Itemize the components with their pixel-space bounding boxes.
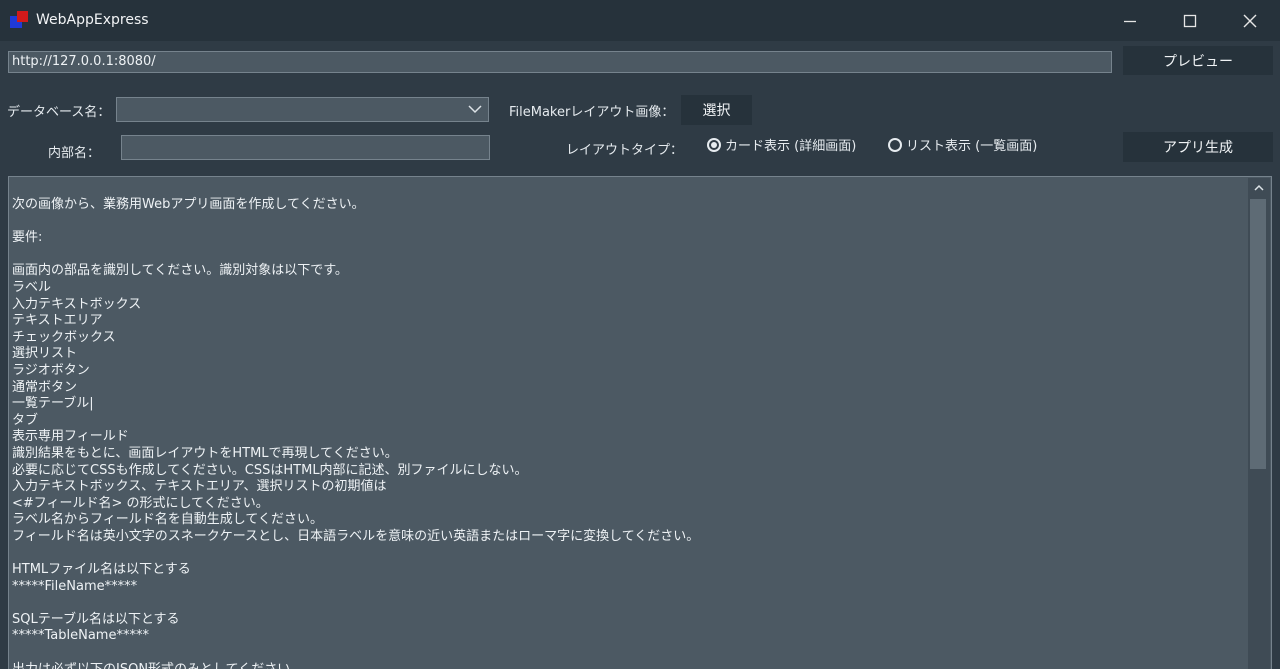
database-name-label: データベース名：: [7, 105, 111, 120]
prompt-text: 次の画像から、業務用Webアプリ画面を作成してください。 要件: 画面内の部品を…: [12, 197, 1242, 669]
editor-line: タブ: [12, 412, 39, 428]
editor-line: ラジオボタン: [12, 362, 90, 378]
title-bar: WebAppExpress: [0, 0, 1280, 41]
editor-line: テキストエリア: [12, 313, 103, 329]
radio-selected-icon: [707, 137, 721, 152]
scroll-thumb[interactable]: [1250, 199, 1266, 469]
editor-line: 一覧テーブル|: [12, 396, 94, 412]
app-logo-icon: [10, 11, 30, 31]
editor-line: 次の画像から、業務用Webアプリ画面を作成してください。: [12, 197, 365, 212]
radio-card-view[interactable]: カード表示 (詳細画面): [707, 135, 856, 154]
editor-line: <#フィールド名> の形式にしてください。: [12, 495, 269, 511]
radio-list-view-label: リスト表示 (一覧画面): [906, 139, 1038, 154]
preview-button[interactable]: プレビュー: [1123, 46, 1273, 75]
editor-line: *****FileName*****: [12, 578, 138, 594]
maximize-icon: [1183, 14, 1197, 27]
layout-type-label: レイアウトタイプ：: [566, 143, 684, 158]
chevron-up-icon: [1254, 184, 1264, 191]
radio-list-view[interactable]: リスト表示 (一覧画面): [888, 135, 1037, 154]
editor-line: ラベル名からフィールド名を自動生成してください。: [12, 512, 323, 528]
editor-line: 入力テキストボックス: [12, 296, 142, 312]
editor-line: 識別結果をもとに、画面レイアウトをHTMLで再現してください。: [12, 445, 398, 461]
scroll-up-button[interactable]: [1248, 178, 1270, 198]
editor-line: ラベル: [12, 279, 52, 295]
editor-line: 選択リスト: [12, 346, 78, 362]
editor-line: 出力は必ず以下のJSON形式のみとしてください。: [12, 662, 1242, 669]
url-input[interactable]: http://127.0.0.1:8080/: [8, 51, 1112, 73]
close-icon: [1243, 14, 1257, 27]
editor-line: 通常ボタン: [12, 379, 78, 395]
prompt-textarea[interactable]: 次の画像から、業務用Webアプリ画面を作成してください。 要件: 画面内の部品を…: [8, 176, 1272, 669]
editor-line: HTMLファイル名は以下とする: [12, 562, 191, 578]
window-title: WebAppExpress: [36, 12, 149, 28]
editor-line: 要件:: [12, 230, 43, 246]
editor-line: *****TableName*****: [12, 628, 149, 644]
chevron-down-icon: [468, 105, 482, 114]
vertical-scrollbar[interactable]: [1248, 178, 1270, 669]
editor-line: チェックボックス: [12, 329, 116, 345]
editor-line: フィールド名は英小文字のスネークケースとし、日本語ラベルを意味の近い英語またはロ…: [12, 528, 700, 544]
minimize-icon: [1124, 20, 1136, 22]
generate-app-button[interactable]: アプリ生成: [1123, 132, 1273, 162]
close-button[interactable]: [1220, 0, 1280, 41]
radio-card-view-label: カード表示 (詳細画面): [725, 139, 857, 154]
internal-name-label: 内部名：: [48, 146, 101, 161]
editor-line: 画面内の部品を識別してください。識別対象は以下です。: [12, 263, 348, 279]
editor-line: 表示専用フィールド: [12, 429, 129, 445]
database-name-select[interactable]: [116, 97, 489, 122]
select-image-button[interactable]: 選択: [681, 95, 752, 125]
filemaker-layout-image-label: FileMakerレイアウト画像：: [509, 105, 675, 120]
editor-line: 入力テキストボックス、テキストエリア、選択リストの初期値は: [12, 479, 387, 495]
radio-unselected-icon: [888, 137, 902, 152]
maximize-button[interactable]: [1160, 0, 1220, 41]
editor-line: 必要に応じてCSSも作成してください。CSSはHTML内部に記述、別ファイルにし…: [12, 462, 528, 478]
internal-name-input[interactable]: [121, 135, 490, 160]
editor-line: SQLテーブル名は以下とする: [12, 611, 180, 627]
minimize-button[interactable]: [1100, 0, 1160, 41]
